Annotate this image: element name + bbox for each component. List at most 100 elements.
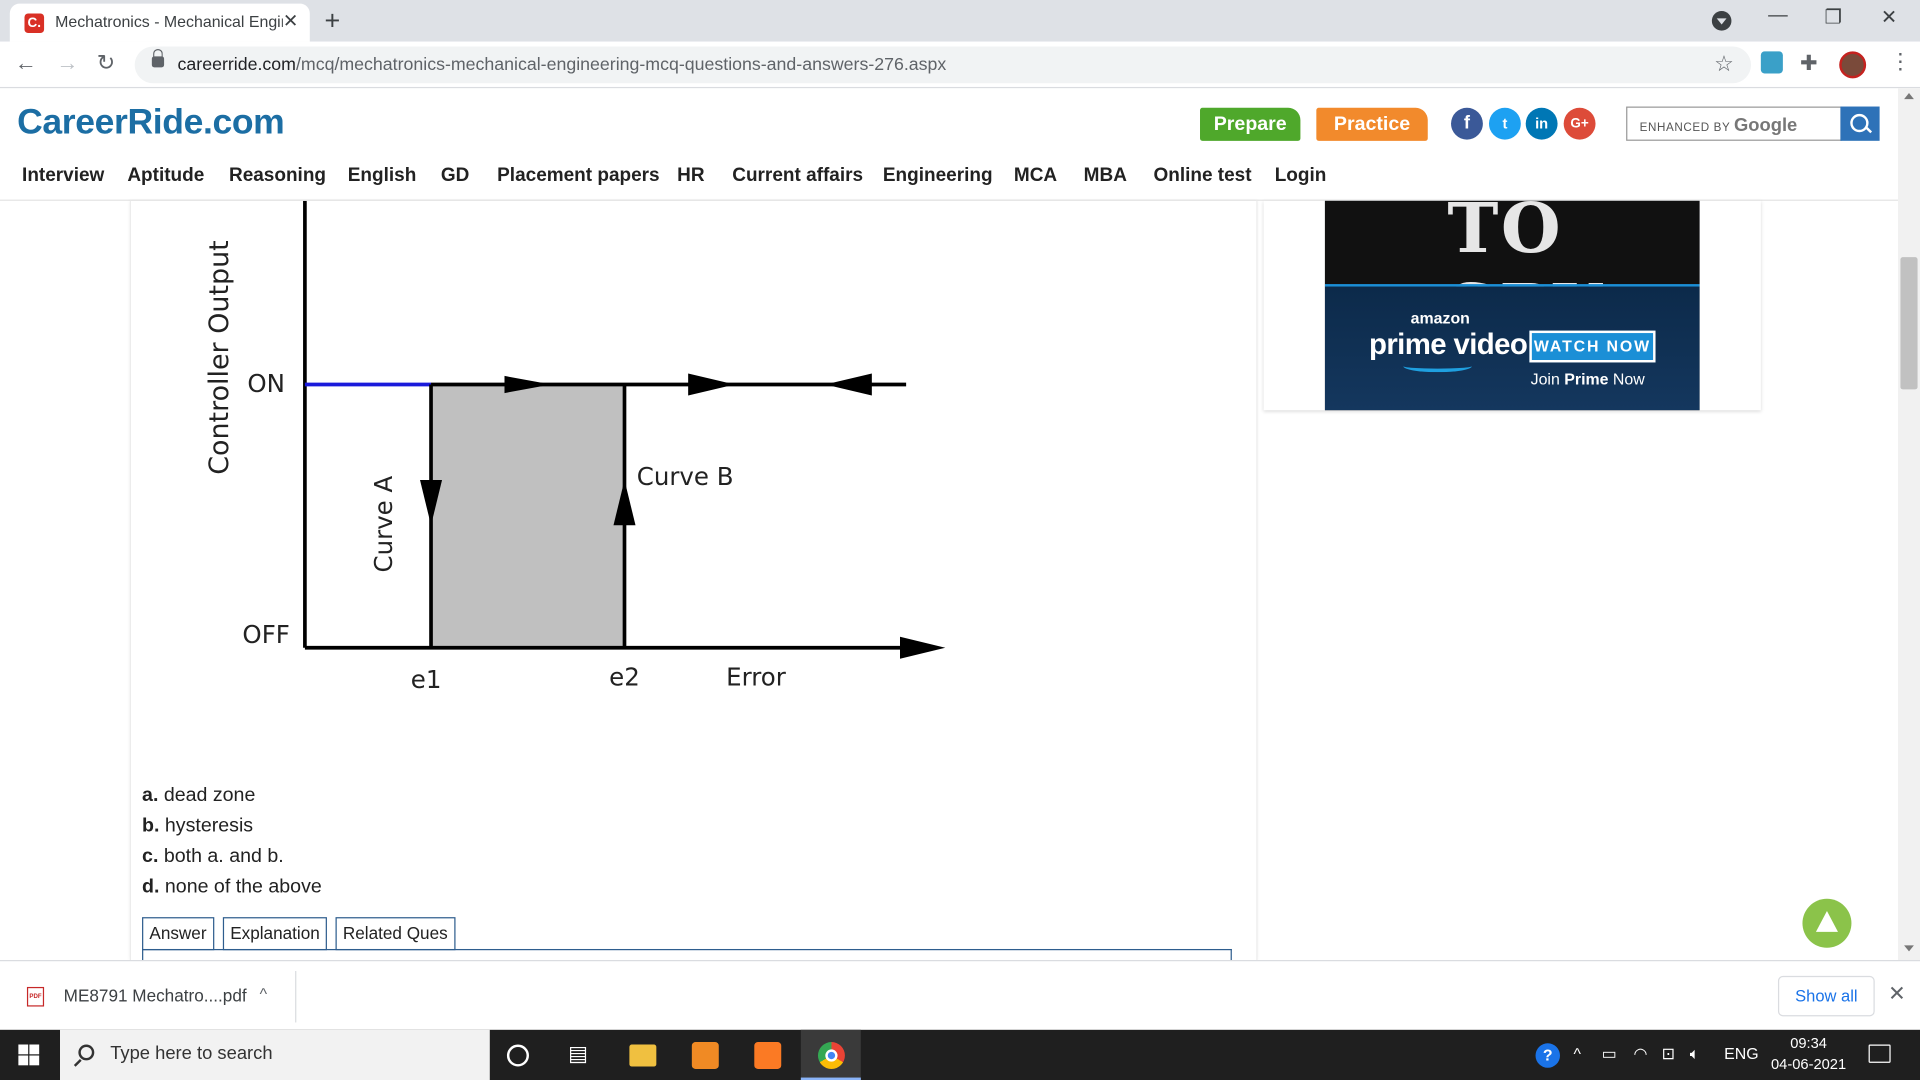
option-b[interactable]: b. hysteresis [142, 816, 253, 838]
tab-answer[interactable]: Answer [142, 917, 214, 951]
taskbar-search-input[interactable]: Type here to search [60, 1029, 490, 1080]
tab-explanation[interactable]: Explanation [222, 917, 328, 951]
restore-icon[interactable]: ❐ [1825, 5, 1843, 29]
menu-gd[interactable]: GD [441, 165, 469, 187]
linkedin-icon[interactable]: in [1525, 107, 1558, 140]
menu-reasoning[interactable]: Reasoning [229, 165, 326, 187]
forward-icon[interactable]: → [56, 50, 78, 76]
reload-icon[interactable]: ↻ [97, 50, 115, 76]
task-view-icon[interactable]: ▤ [568, 1042, 595, 1069]
new-tab-icon[interactable]: + [324, 5, 340, 37]
menu-mca[interactable]: MCA [1014, 165, 1057, 187]
menu-aptitude[interactable]: Aptitude [127, 165, 204, 187]
xampp-icon[interactable] [754, 1042, 782, 1069]
download-file-name[interactable]: ME8791 Mechatro....pdf [64, 986, 247, 1006]
prime-video-ad[interactable]: TO SPY amazon prime video WATCH NOW Join… [1324, 200, 1700, 411]
system-clock[interactable]: 09:34 04-06-2021 [1769, 1033, 1847, 1075]
language-indicator[interactable]: ENG [1724, 1044, 1758, 1062]
profile-avatar[interactable] [1839, 51, 1867, 79]
lock-icon [151, 48, 165, 68]
option-c[interactable]: c. both a. and b. [142, 846, 284, 868]
volume-icon[interactable]: 🔈︎ [1690, 1044, 1700, 1064]
windows-taskbar: Type here to search ▤ ? ^ ▭ ◠ ⊡ 🔈︎ ENG 0… [0, 1029, 1920, 1080]
site-search-input[interactable]: ENHANCED BY Google [1626, 106, 1842, 141]
chrome-taskbar-button[interactable] [800, 1029, 861, 1080]
practice-button[interactable]: Practice [1316, 107, 1428, 141]
browser-tab[interactable]: C. Mechatronics - Mechanical Engin ✕ [9, 3, 310, 42]
menu-hr[interactable]: HR [677, 165, 704, 187]
x-axis-arrowhead [900, 636, 946, 659]
menu-placement-papers[interactable]: Placement papers [497, 165, 659, 187]
notification-icon[interactable] [1868, 1044, 1891, 1063]
network-icon[interactable]: ◠ [1633, 1044, 1647, 1064]
tab-strip: C. Mechatronics - Mechanical Engin ✕ + —… [0, 0, 1920, 42]
option-a[interactable]: a. dead zone [142, 785, 255, 807]
show-all-button[interactable]: Show all [1777, 975, 1875, 1017]
tab-title: Mechatronics - Mechanical Engin [55, 12, 283, 31]
page-scrollbar[interactable] [1897, 88, 1920, 961]
back-to-top-button[interactable] [1802, 898, 1852, 948]
back-icon[interactable]: ← [15, 50, 37, 76]
off-label: OFF [242, 620, 289, 649]
hysteresis-diagram: Controller Output ON OFF Curve A Curve B… [204, 200, 946, 694]
bookmark-star-icon[interactable]: ☆ [1714, 51, 1734, 77]
file-explorer-icon[interactable] [629, 1044, 657, 1067]
tab-close-icon[interactable]: ✕ [283, 10, 298, 32]
pdf-file-icon: PDF [26, 986, 45, 1007]
x-axis-label: Error [726, 663, 787, 692]
menu-engineering[interactable]: Engineering [883, 165, 993, 187]
site-logo[interactable]: CareerRide.com [17, 103, 285, 143]
search-icon [78, 1044, 95, 1061]
browser-toolbar: ← → ↻ careerride.com/mcq/mechatronics-me… [0, 41, 1920, 89]
extensions-puzzle-icon[interactable]: ✚ [1800, 51, 1822, 74]
right-arrow [688, 373, 735, 396]
main-menu: Interview Aptitude Reasoning English GD … [0, 154, 1898, 201]
scroll-down-icon[interactable] [1904, 945, 1914, 952]
chrome-icon [817, 1042, 845, 1069]
tray-chevron-icon[interactable]: ^ [1573, 1044, 1580, 1062]
download-bar-close-icon[interactable]: ✕ [1888, 982, 1905, 1006]
prepare-button[interactable]: Prepare [1200, 107, 1301, 141]
left-arrow-2 [825, 373, 872, 396]
curve-a-label: Curve A [369, 475, 398, 572]
e2-label: e2 [609, 663, 640, 692]
menu-english[interactable]: English [348, 165, 417, 187]
help-icon[interactable]: ? [1535, 1043, 1561, 1068]
amazon-smile-icon [1403, 360, 1472, 373]
scroll-up-icon[interactable] [1904, 93, 1914, 100]
favicon-icon: C. [24, 13, 45, 34]
chrome-menu-icon[interactable]: ⋮ [1889, 49, 1911, 75]
cortana-icon[interactable] [506, 1044, 529, 1067]
download-bar: PDF ME8791 Mechatro....pdf ^ Show all ✕ [0, 960, 1920, 1030]
google-plus-icon[interactable]: G+ [1563, 107, 1596, 140]
sublime-text-icon[interactable] [691, 1042, 719, 1069]
url-text: careerride.com/mcq/mechatronics-mechanic… [177, 55, 947, 75]
wifi-icon[interactable]: ⊡ [1662, 1044, 1675, 1064]
chevron-up-icon[interactable]: ^ [260, 984, 267, 1002]
divider [295, 971, 297, 1023]
twitter-icon[interactable]: t [1488, 107, 1521, 140]
e1-label: e1 [411, 665, 442, 694]
menu-login[interactable]: Login [1275, 165, 1327, 187]
facebook-icon[interactable]: f [1451, 107, 1483, 140]
address-bar[interactable]: careerride.com/mcq/mechatronics-mechanic… [134, 46, 1752, 84]
site-search-button[interactable] [1840, 106, 1880, 141]
ad-amazon-text: amazon [1410, 308, 1470, 327]
menu-online-test[interactable]: Online test [1153, 165, 1251, 187]
windows-start-icon[interactable] [18, 1044, 40, 1066]
window-close-icon[interactable]: ✕ [1881, 5, 1897, 29]
extension-icon[interactable] [1760, 51, 1783, 74]
menu-interview[interactable]: Interview [22, 165, 104, 187]
ad-watch-now-button[interactable]: WATCH NOW [1529, 330, 1656, 363]
minimize-icon[interactable]: — [1768, 5, 1788, 27]
on-label: ON [247, 369, 285, 398]
battery-icon[interactable]: ▭ [1602, 1044, 1617, 1064]
tab-search-icon[interactable] [1711, 11, 1732, 31]
menu-mba[interactable]: MBA [1084, 165, 1127, 187]
scrollbar-thumb[interactable] [1900, 257, 1918, 390]
ad-join-text: Join Prime Now [1530, 369, 1645, 389]
tab-related-questions[interactable]: Related Ques [335, 917, 456, 951]
hysteresis-band [431, 384, 625, 648]
option-d[interactable]: d. none of the above [142, 877, 322, 899]
menu-current-affairs[interactable]: Current affairs [732, 165, 863, 187]
